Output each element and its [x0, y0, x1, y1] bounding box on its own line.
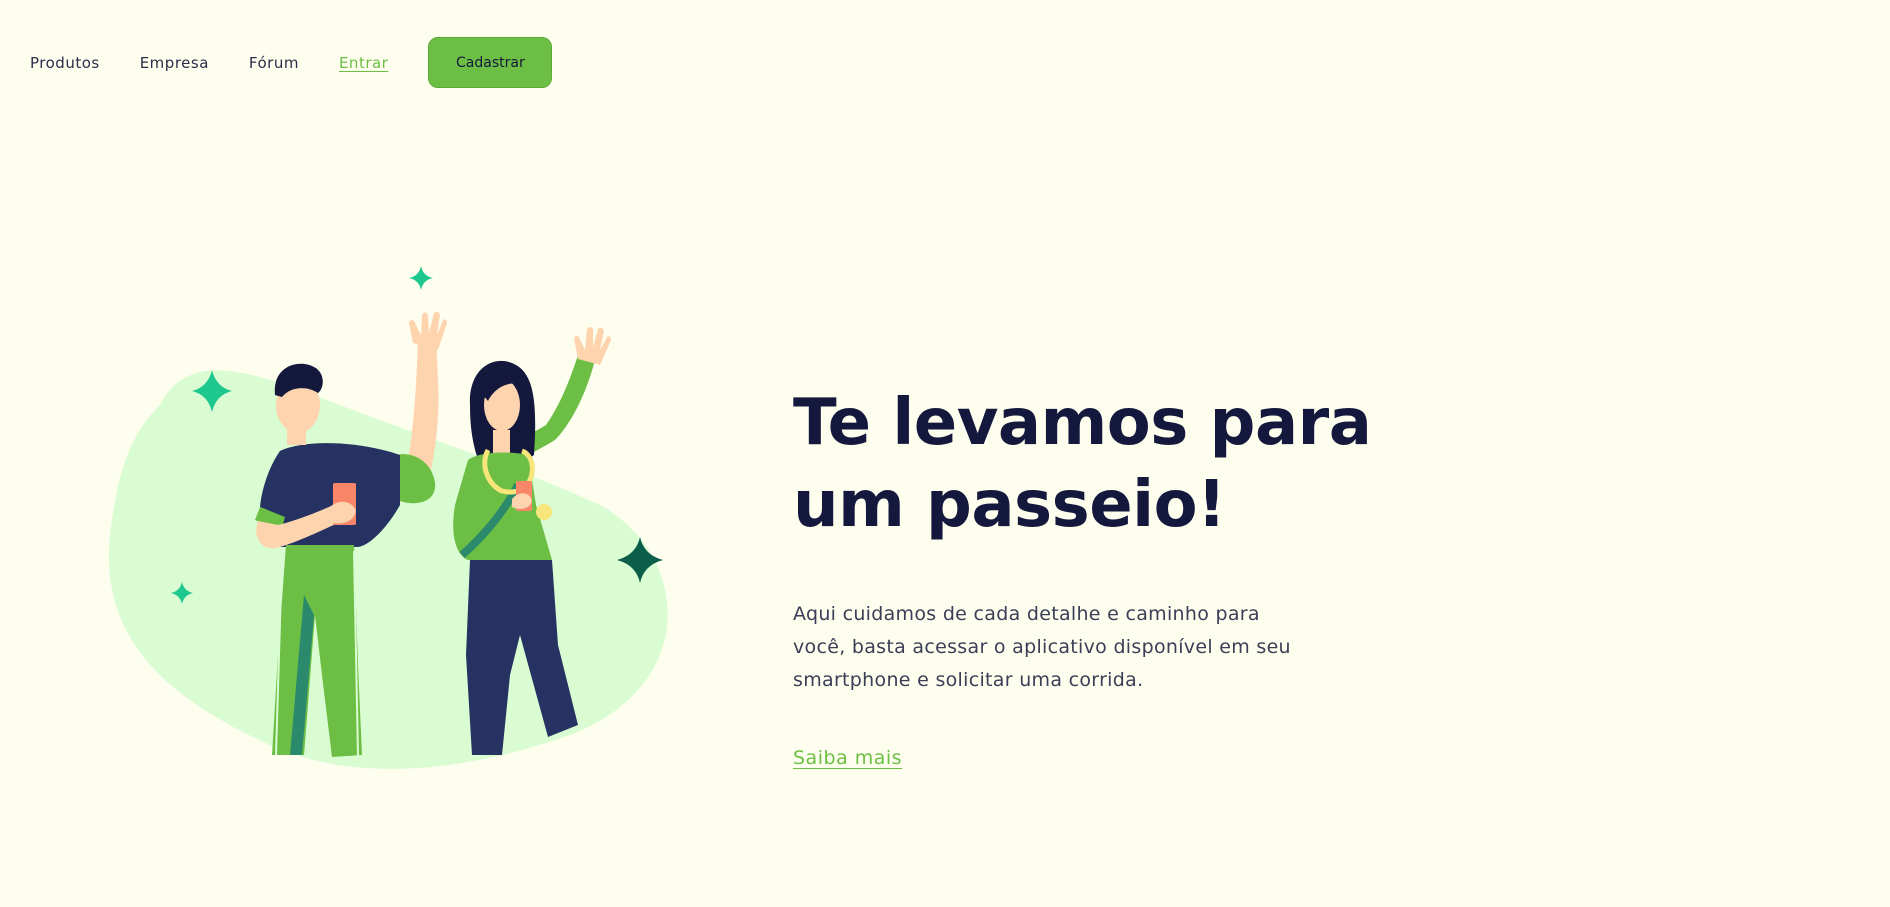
man-raised-hand: [409, 311, 447, 350]
woman-raised-hand: [574, 327, 611, 365]
top-nav: Produtos Empresa Fórum Entrar Cadastrar: [30, 37, 553, 88]
hero-description: Aqui cuidamos de cada detalhe e caminho …: [793, 603, 1291, 691]
learn-more-link[interactable]: Saiba mais: [793, 747, 902, 769]
nav-link-entrar[interactable]: Entrar: [339, 54, 388, 72]
background-blob: [108, 370, 668, 769]
hero-title: Te levamos para um passeio!: [793, 386, 1372, 542]
headphones-earcup: [536, 504, 552, 520]
nav-link-empresa[interactable]: Empresa: [140, 54, 209, 72]
hero-section: Te levamos para um passeio! Aqui cuidamo…: [793, 382, 1413, 769]
sparkle-icon: [409, 266, 433, 290]
woman-neck: [493, 430, 510, 455]
nav-link-forum[interactable]: Fórum: [249, 54, 299, 72]
hero-illustration: [100, 255, 700, 775]
nav-link-produtos[interactable]: Produtos: [30, 54, 100, 72]
two-people-waving-illustration: [108, 266, 668, 769]
signup-button[interactable]: Cadastrar: [428, 37, 553, 88]
